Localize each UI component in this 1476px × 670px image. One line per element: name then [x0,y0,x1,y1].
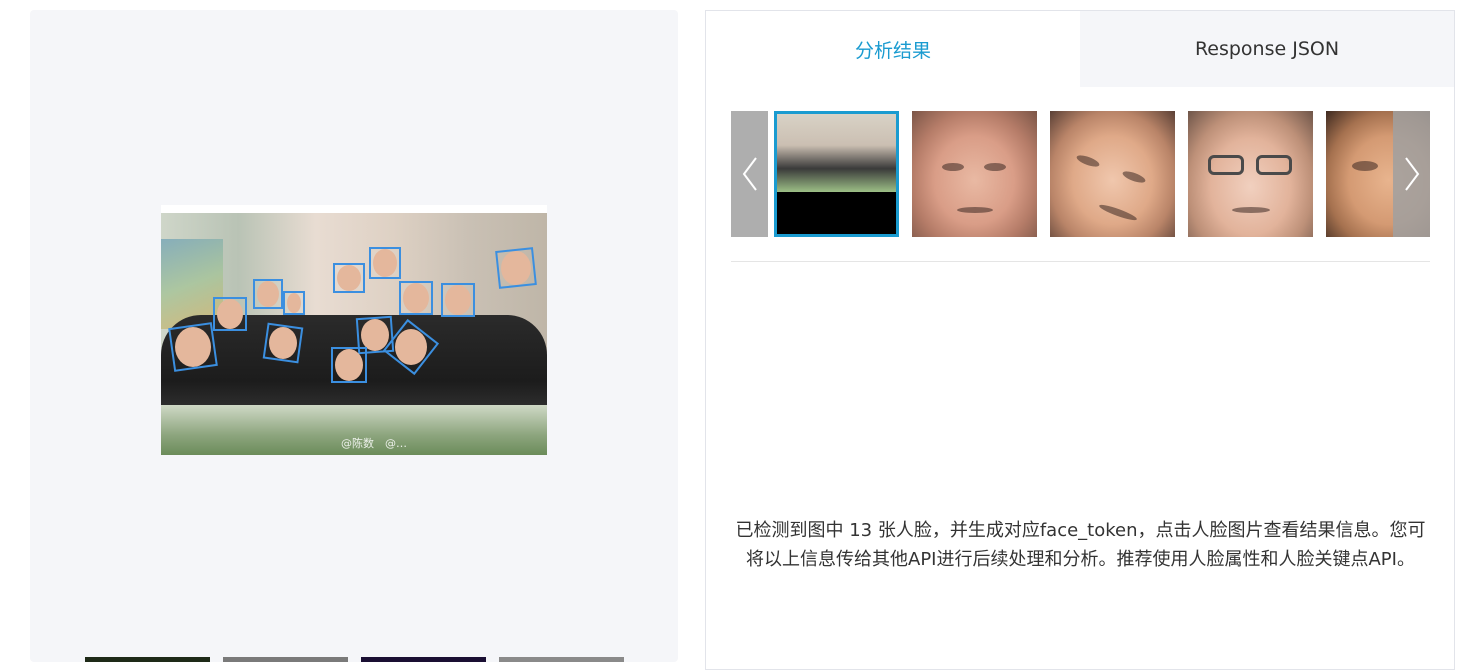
face-box [262,322,304,364]
face-box [369,247,401,279]
face-box [213,297,247,331]
watermark: @陈数 @… [341,437,407,450]
result-tabs: 分析结果 Response JSON [706,11,1454,87]
thumb-face[interactable] [1050,111,1175,237]
thumb-face[interactable] [912,111,1037,237]
results-panel: 分析结果 Response JSON 已检测到图中 13 张人脸，并生成对应fa… [705,10,1455,670]
face-box [283,291,305,315]
carousel-prev-button[interactable] [731,111,768,237]
chevron-right-icon [1404,157,1419,191]
example-thumb[interactable] [223,657,348,662]
face-box [253,279,283,309]
carousel-next-button[interactable] [1393,111,1430,237]
tab-analysis[interactable]: 分析结果 [706,11,1080,87]
example-image-strip [85,657,624,662]
face-box [168,322,218,372]
tab-response-json[interactable]: Response JSON [1080,11,1454,87]
face-box [495,247,537,289]
thumb-face[interactable] [1188,111,1313,237]
face-box [333,263,365,293]
face-box [399,281,433,315]
face-box [441,283,475,317]
result-message: 已检测到图中 13 张人脸，并生成对应face_token，点击人脸图片查看结果… [735,520,1426,570]
example-thumb[interactable] [85,657,210,662]
face-thumbnail-list [774,111,1430,237]
face-box [331,347,367,383]
chevron-left-icon [742,157,757,191]
image-preview-panel: @陈数 @… [30,10,678,662]
group-photo: @陈数 @… [161,205,547,455]
face-carousel [731,111,1430,237]
thumb-full-image[interactable] [774,111,899,237]
divider [731,261,1430,262]
example-thumb[interactable] [361,657,486,662]
example-thumb[interactable] [499,657,624,662]
